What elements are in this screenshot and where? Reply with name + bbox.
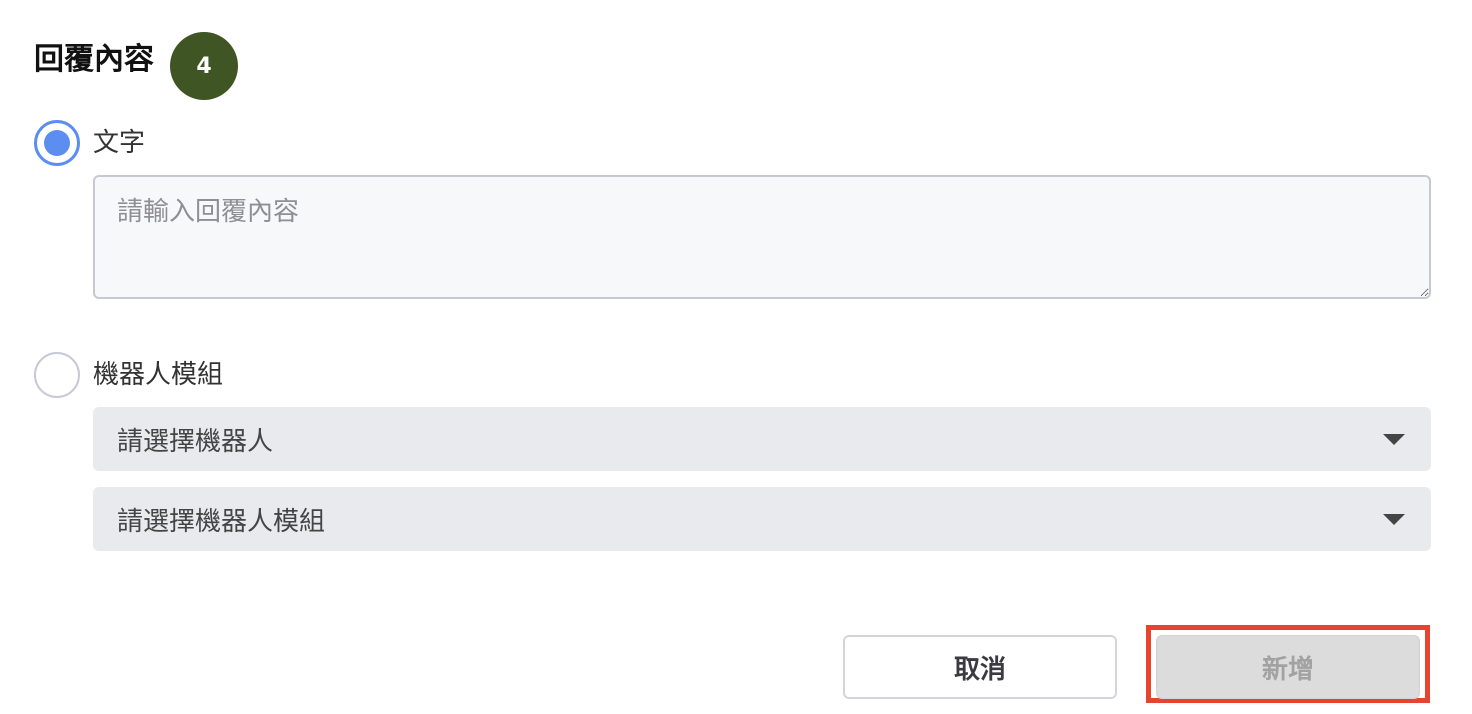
- bot-select-dropdown[interactable]: 請選擇機器人: [93, 407, 1431, 471]
- add-button[interactable]: 新增: [1156, 635, 1420, 699]
- section-title: 回覆內容: [34, 42, 154, 77]
- module-select-dropdown[interactable]: 請選擇機器人模組: [93, 487, 1431, 551]
- bot-module-radio-button[interactable]: [34, 352, 80, 398]
- text-radio-button[interactable]: [34, 120, 80, 166]
- radio-option-text[interactable]: 文字: [34, 120, 145, 166]
- reply-content-textarea[interactable]: [93, 175, 1431, 299]
- caret-down-icon: [1383, 433, 1405, 445]
- module-select-value: 請選擇機器人模組: [117, 506, 326, 537]
- radio-selected-dot: [44, 130, 70, 156]
- cancel-button[interactable]: 取消: [843, 635, 1117, 699]
- bot-select-value: 請選擇機器人: [117, 426, 274, 457]
- caret-down-icon: [1383, 513, 1405, 525]
- bot-module-option-label: 機器人模組: [93, 360, 224, 390]
- step-badge: 4: [170, 32, 238, 100]
- reply-content-form: 回覆內容 4 文字 機器人模組 請選擇機器人 請選擇機器人模組 取消 新增: [0, 0, 1472, 714]
- text-option-label: 文字: [93, 128, 146, 158]
- radio-option-bot-module[interactable]: 機器人模組: [34, 352, 223, 398]
